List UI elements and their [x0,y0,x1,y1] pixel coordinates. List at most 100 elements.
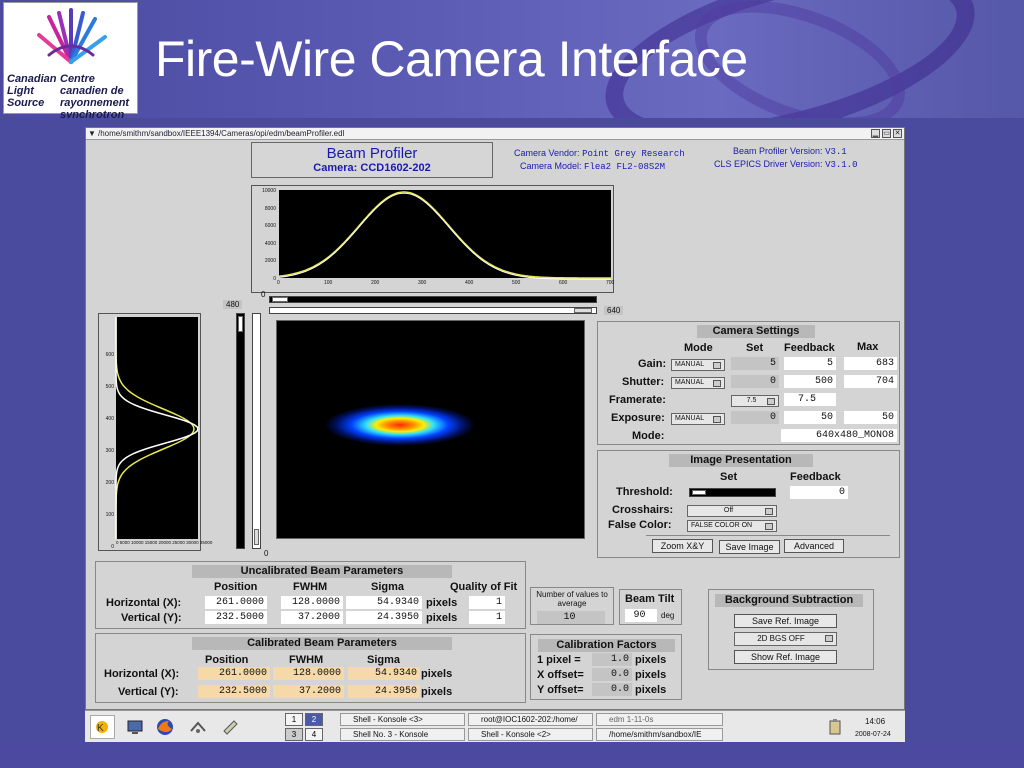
clipboard-icon[interactable] [825,717,845,737]
uncalibrated-title: Uncalibrated Beam Parameters [192,565,452,578]
vertical-profile-x-ticks: 0 5000 10000 15000 20000 25000 30000 350… [116,540,213,545]
task-konsole-2[interactable]: Shell - Konsole <2> [468,728,593,741]
zero-top-label: 0 [261,290,266,299]
desktop-2[interactable]: 2 [305,713,323,726]
window-menu-icon[interactable]: ▼ [88,128,96,140]
cal-v-sigma: 24.3950 [348,685,420,698]
editor-icon[interactable] [220,717,240,737]
epics-version-label: CLS EPICS Driver Version: [714,159,823,169]
pixel-value[interactable]: 1.0 [592,653,632,666]
cls-logo-icon [37,8,107,64]
save-ref-image-button[interactable]: Save Ref. Image [734,614,837,628]
crosshairs-menu[interactable]: Off [687,505,777,517]
zoom-xy-button[interactable]: Zoom X&Y [652,539,713,553]
desktop-4[interactable]: 4 [305,728,323,741]
gain-set[interactable]: 5 [731,357,779,370]
x-offset-slider[interactable] [269,296,597,303]
x-offset-value[interactable]: 0.0 [592,668,632,681]
save-image-button[interactable]: Save Image [719,540,780,554]
x-width-slider-thumb[interactable] [574,308,592,313]
y-tick-label: 8000 [264,205,276,212]
task-shell-3[interactable]: Shell No. 3 - Konsole [340,728,465,741]
cal-h-fwhm: 128.0000 [273,667,344,680]
framerate-menu[interactable]: 7.5 [731,395,779,407]
y-offset-unit: pixels [635,684,667,696]
desktop-1[interactable]: 1 [285,713,303,726]
task-konsole-3[interactable]: Shell - Konsole <3> [340,713,465,726]
mode-label: Mode: [632,430,665,442]
background-subtraction-title: Background Subtraction [715,594,863,607]
divider [646,535,890,536]
header-title: Beam Profiler [326,145,418,162]
kde-menu-icon[interactable]: K [90,715,115,739]
shutter-set[interactable]: 0 [731,375,779,388]
x-width-slider[interactable] [269,307,597,314]
shutter-label: Shutter: [622,376,665,388]
exposure-feedback: 50 [784,411,836,424]
desktop-3[interactable]: 3 [285,728,303,741]
beam-tilt-label: Beam Tilt [625,593,675,605]
unc-col-fwhm: FWHM [293,581,328,593]
y-tick-label: 0 [111,544,114,550]
task-root-shell[interactable]: root@IOC1602-202:/home/ [468,713,593,726]
unc-v-position: 232.5000 [205,611,267,624]
unc-col-sigma: Sigma [371,581,405,593]
y-offset-slider-thumb[interactable] [238,316,243,332]
close-icon[interactable]: ✕ [893,129,902,138]
task-home-sandbox[interactable]: /home/smithm/sandbox/IE [596,728,723,741]
logo-text-fr: Centre canadien de rayonnement synchrotr… [60,73,130,118]
maximize-icon[interactable]: ▭ [882,129,891,138]
beam-image[interactable] [276,320,585,539]
cal-col-sigma: Sigma [367,654,401,666]
camera-info: Camera Vendor: Point Grey Research Camer… [514,147,685,173]
image-presentation-panel: Image Presentation Set Feedback Threshol… [597,450,900,558]
bgs-menu[interactable]: 2D BGS OFF [734,632,837,646]
cal-h-unit: pixels [421,668,453,680]
show-ref-image-button[interactable]: Show Ref. Image [734,650,837,664]
shutter-mode-menu[interactable]: MANUAL [671,377,725,389]
calibration-factors-panel: Calibration Factors 1 pixel = 1.0 pixels… [530,634,682,700]
mode-value: 640x480_MONO8 [781,429,897,442]
shutter-feedback: 500 [784,375,836,388]
height-label: 480 [223,300,243,309]
pixel-label: 1 pixel = [537,654,581,666]
minimize-icon[interactable]: ▁ [871,129,880,138]
y-height-slider-thumb[interactable] [254,529,259,545]
y-offset-value[interactable]: 0.0 [592,683,632,696]
threshold-label: Threshold: [616,486,673,498]
unc-v-unit: pixels [426,612,458,624]
y-tick-label: 100 [105,512,114,518]
exposure-mode-menu[interactable]: MANUAL [671,413,725,425]
clock-date: 2008-07-24 [855,731,891,738]
false-color-menu[interactable]: FALSE COLOR ON [687,520,777,532]
network-icon[interactable] [188,717,208,737]
header-camera: Camera: CCD1602-202 [313,162,431,174]
beam-profiler-window: ▼ /home/smithm/sandbox/IEEE1394/Cameras/… [85,127,905,710]
beam-tilt-panel: Beam Tilt 90 deg [619,589,682,625]
threshold-slider-thumb[interactable] [692,490,706,495]
gain-mode-menu[interactable]: MANUAL [671,359,725,371]
cal-h-sigma: 54.9340 [348,667,420,680]
x-offset-slider-thumb[interactable] [272,297,288,302]
framerate-label: Framerate: [609,394,666,406]
desktop-icon[interactable] [125,717,145,737]
width-label: 640 [604,306,624,315]
averaging-value[interactable]: 10 [537,611,605,624]
gain-max: 683 [844,357,897,370]
firefox-icon[interactable] [155,717,175,737]
threshold-slider[interactable] [689,488,776,497]
x-offset-label: X offset= [537,669,584,681]
beam-profiler-header: Beam Profiler Camera: CCD1602-202 [251,142,493,178]
beam-spot [325,404,475,446]
y-offset-slider[interactable] [236,313,245,549]
y-tick-label: 6000 [264,223,276,229]
y-height-slider[interactable] [252,313,261,549]
exposure-set[interactable]: 0 [731,411,779,424]
y-tick-label: 10000 [262,188,276,194]
advanced-button[interactable]: Advanced [784,539,844,553]
unc-h-label: Horizontal (X): [106,597,182,609]
shutter-max: 704 [844,375,897,388]
x-tick-label: 0 [277,280,280,286]
unc-col-position: Position [214,581,258,593]
task-edm[interactable]: edm 1-11-0s [596,713,723,726]
